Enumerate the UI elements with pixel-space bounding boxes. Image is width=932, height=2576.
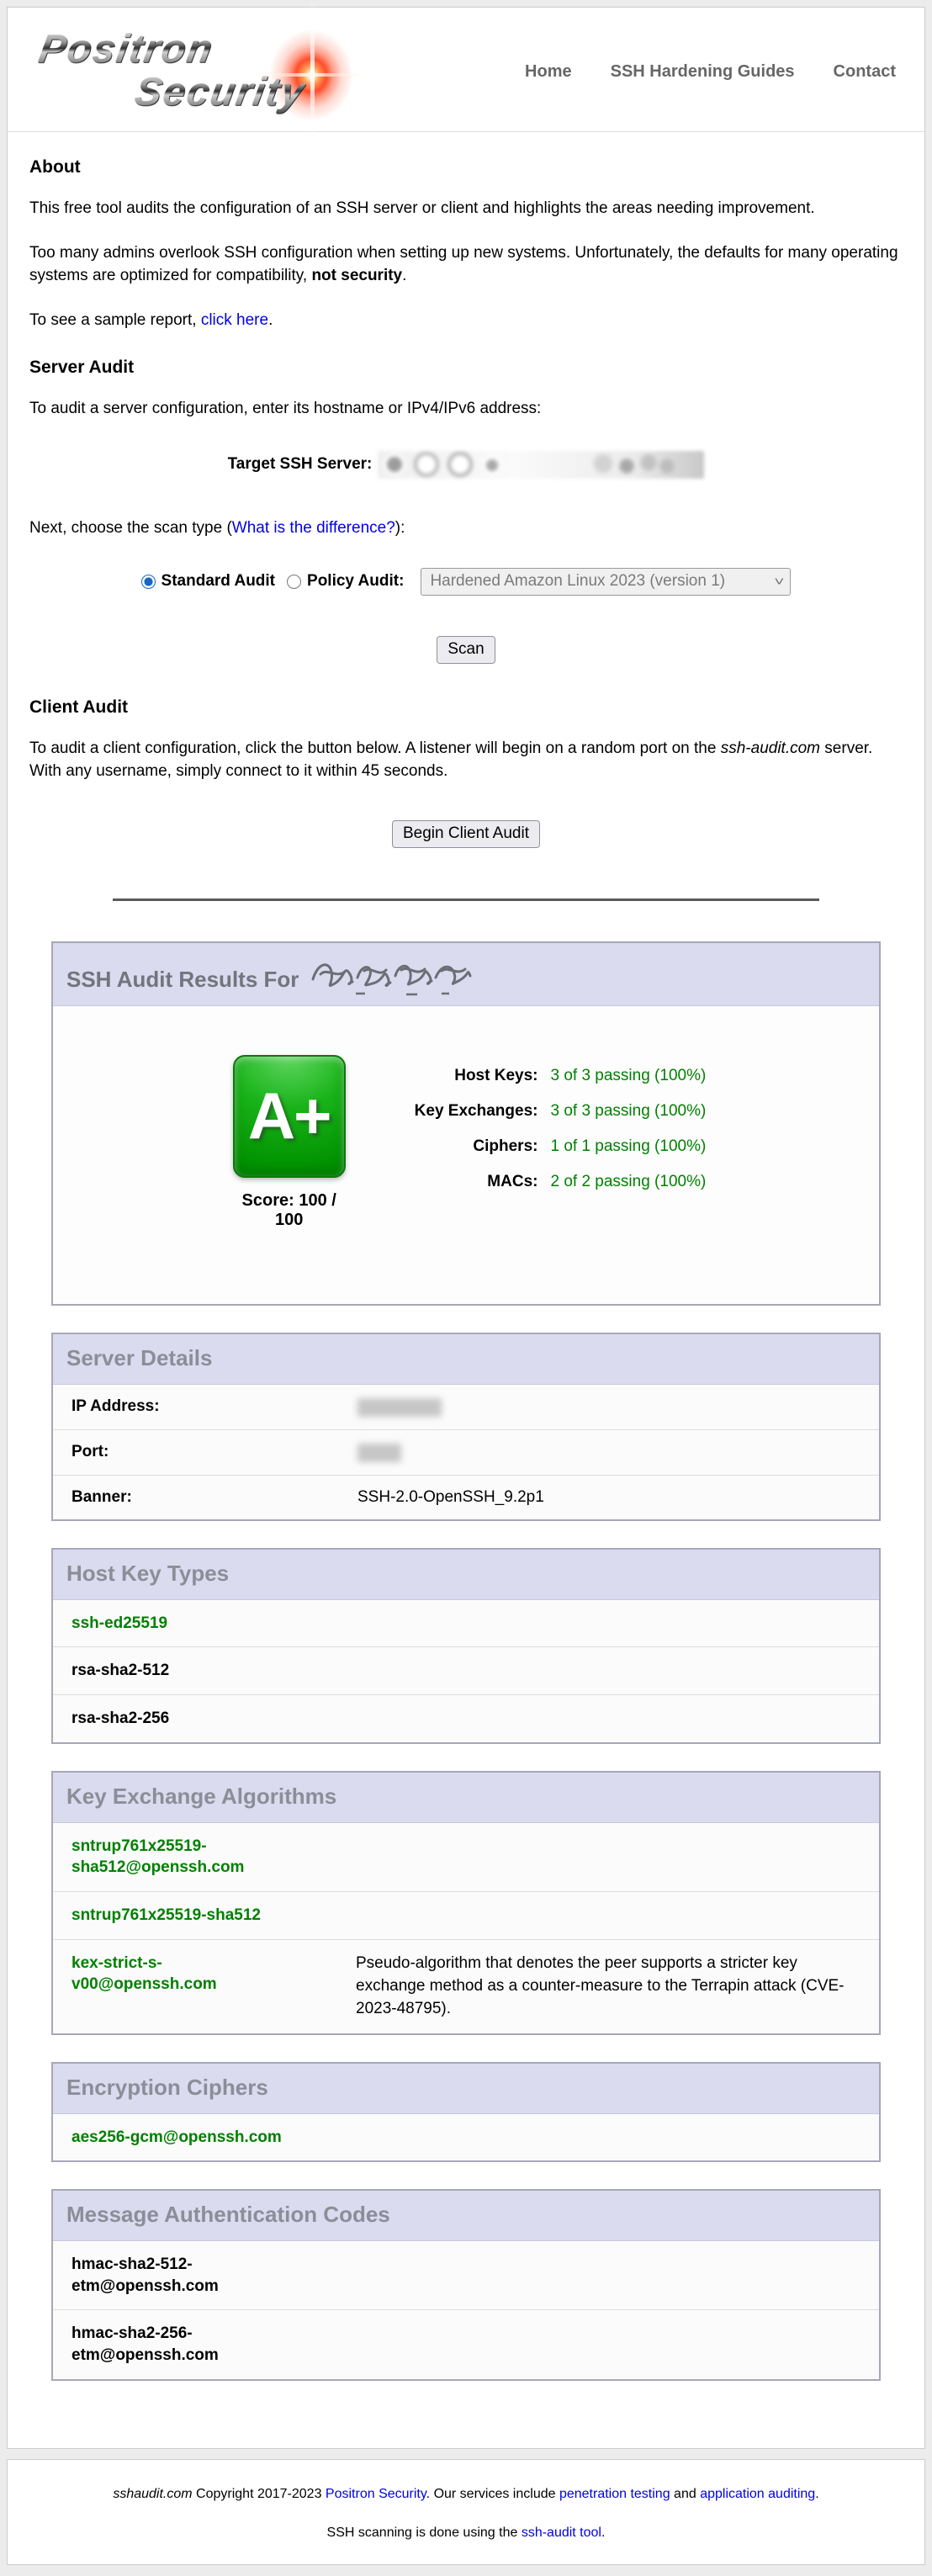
encryption-ciphers-panel: Encryption Ciphers aes256-gcm@openssh.co… — [51, 2062, 881, 2163]
policy-audit-label[interactable]: Policy Audit: — [307, 572, 404, 591]
server-details-header: Server Details — [53, 1334, 879, 1385]
host-key-types-table: ssh-ed25519 rsa-sha2-512 rsa-sha2-256 — [53, 1600, 879, 1742]
policy-selected-option: Hardened Amazon Linux 2023 (version 1) — [430, 572, 725, 591]
about-paragraph-2: Too many admins overlook SSH configurati… — [29, 242, 903, 288]
cipher-row: aes256-gcm@openssh.com — [53, 2114, 879, 2161]
server-details-table: IP Address: Port: Banner: SSH-2.0-OpenSS… — [53, 1385, 879, 1519]
kex-row: kex-strict-s-v00@openssh.comPseudo-algor… — [53, 1939, 879, 2033]
what-is-the-difference-link[interactable]: What is the difference? — [232, 519, 395, 537]
host-key-types-panel: Host Key Types ssh-ed25519 rsa-sha2-512 … — [51, 1548, 881, 1744]
mac-row: hmac-sha2-256-etm@openssh.com — [53, 2310, 879, 2379]
host-key-row: ssh-ed25519 — [53, 1600, 879, 1647]
detail-row-banner: Banner: SSH-2.0-OpenSSH_9.2p1 — [53, 1475, 879, 1519]
policy-select-dropdown[interactable]: Hardened Amazon Linux 2023 (version 1) ˅ — [421, 568, 791, 596]
scan-button[interactable]: Scan — [437, 636, 495, 664]
footer-copyright-line: sshaudit.com Copyright 2017-2023 Positro… — [16, 2487, 916, 2502]
about-paragraph-3: To see a sample report, click here. — [29, 310, 903, 332]
detail-row-port: Port: — [53, 1429, 879, 1475]
results-title: SSH Audit Results For — [66, 967, 299, 993]
ssh-audit-tool-link[interactable]: ssh-audit tool — [522, 2526, 601, 2540]
detail-row-ip: IP Address: — [53, 1385, 879, 1430]
stat-row-host-keys: Host Keys:3 of 3 passing (100%) — [415, 1058, 707, 1094]
nav-home[interactable]: Home — [525, 62, 572, 82]
host-key-types-header: Host Key Types — [53, 1550, 879, 1600]
score-text: Score: 100 / 100 — [226, 1191, 352, 1230]
host-key-row: rsa-sha2-512 — [53, 1647, 879, 1695]
standard-audit-label[interactable]: Standard Audit — [162, 572, 275, 591]
standard-audit-radio[interactable] — [141, 575, 156, 589]
target-ssh-server-input[interactable] — [378, 451, 704, 479]
grade-letter: A+ — [248, 1078, 331, 1154]
sample-report-link[interactable]: click here — [201, 311, 268, 329]
nav-contact[interactable]: Contact — [834, 62, 896, 82]
mac-row: hmac-sha2-512-etm@openssh.com — [53, 2241, 879, 2310]
penetration-testing-link[interactable]: penetration testing — [559, 2487, 670, 2501]
grade-badge: A+ — [233, 1055, 346, 1178]
redacted-hostname-scribble — [309, 957, 474, 996]
nav-ssh-hardening-guides[interactable]: SSH Hardening Guides — [611, 62, 795, 82]
main-content-box: Positron Security Home SSH Hardening Gui… — [7, 7, 925, 2449]
stat-row-ciphers: Ciphers:1 of 1 passing (100%) — [415, 1129, 707, 1164]
banner-value: SSH-2.0-OpenSSH_9.2p1 — [357, 1475, 879, 1519]
stat-row-key-exchanges: Key Exchanges:3 of 3 passing (100%) — [415, 1094, 707, 1129]
scan-button-row: Scan — [29, 636, 903, 664]
ssh-audit-com-italic: ssh-audit.com — [721, 739, 820, 757]
chevron-down-icon: ˅ — [774, 575, 784, 589]
key-exchange-table: sntrup761x25519-sha512@openssh.com sntru… — [53, 1823, 879, 2033]
about-paragraph-1: This free tool audits the configuration … — [29, 198, 903, 220]
macs-table: hmac-sha2-512-etm@openssh.com hmac-sha2-… — [53, 2241, 879, 2379]
results-panel-header: SSH Audit Results For — [53, 943, 879, 1006]
positron-security-link[interactable]: Positron Security — [326, 2487, 426, 2501]
site-header: Positron Security Home SSH Hardening Gui… — [8, 8, 924, 132]
redacted-port — [357, 1444, 401, 1462]
footer-scanning-line: SSH scanning is done using the ssh-audit… — [16, 2526, 916, 2541]
not-security-emphasis: not security — [311, 267, 402, 284]
main-nav: Home SSH Hardening Guides Contact — [525, 57, 896, 82]
kex-row: sntrup761x25519-sha512 — [53, 1891, 879, 1939]
encryption-ciphers-header: Encryption Ciphers — [53, 2064, 879, 2114]
redacted-ip-address — [357, 1398, 442, 1417]
key-exchange-algorithms-panel: Key Exchange Algorithms sntrup761x25519-… — [51, 1771, 881, 2035]
begin-client-audit-button[interactable]: Begin Client Audit — [392, 820, 540, 848]
sshaudit-com-italic: sshaudit.com — [113, 2487, 192, 2501]
about-heading: About — [29, 157, 903, 178]
client-audit-paragraph: To audit a client configuration, click t… — [29, 738, 903, 783]
grade-column: A+ Score: 100 / 100 — [226, 1055, 352, 1230]
server-audit-intro: To audit a server configuration, enter i… — [29, 398, 903, 421]
results-panel-body: A+ Score: 100 / 100 Host Keys:3 of 3 pas… — [53, 1006, 879, 1304]
key-exchange-algorithms-header: Key Exchange Algorithms — [53, 1773, 879, 1823]
site-footer: sshaudit.com Copyright 2017-2023 Positro… — [7, 2459, 925, 2565]
application-auditing-link[interactable]: application auditing — [700, 2487, 815, 2501]
client-audit-heading: Client Audit — [29, 697, 903, 718]
encryption-ciphers-table: aes256-gcm@openssh.com — [53, 2114, 879, 2161]
page-content: About This free tool audits the configur… — [8, 157, 924, 901]
results-stats-table: Host Keys:3 of 3 passing (100%) Key Exch… — [415, 1058, 707, 1200]
ssh-audit-results-panel: SSH Audit Results For A+ Score: — [51, 941, 881, 1306]
target-ssh-server-label: Target SSH Server: — [228, 455, 373, 474]
scan-type-row: Next, choose the scan type (What is the … — [29, 519, 903, 538]
message-authentication-codes-panel: Message Authentication Codes hmac-sha2-5… — [51, 2189, 881, 2381]
logo-text-security: Security — [131, 68, 309, 114]
policy-audit-radio[interactable] — [287, 575, 301, 589]
stat-row-macs: MACs:2 of 2 passing (100%) — [415, 1164, 707, 1200]
section-divider — [113, 898, 820, 901]
kex-row: sntrup761x25519-sha512@openssh.com — [53, 1823, 879, 1892]
target-ssh-server-row: Target SSH Server: — [29, 451, 903, 479]
scan-type-options: Standard Audit Policy Audit: Hardened Am… — [29, 568, 903, 596]
macs-header: Message Authentication Codes — [53, 2191, 879, 2241]
server-details-panel: Server Details IP Address: Port: Banner:… — [51, 1333, 881, 1521]
positron-security-logo[interactable]: Positron Security — [28, 15, 423, 125]
server-audit-heading: Server Audit — [29, 358, 903, 378]
client-audit-button-row: Begin Client Audit — [29, 820, 903, 848]
logo-text-positron: Positron — [35, 25, 217, 72]
host-key-row: rsa-sha2-256 — [53, 1695, 879, 1742]
